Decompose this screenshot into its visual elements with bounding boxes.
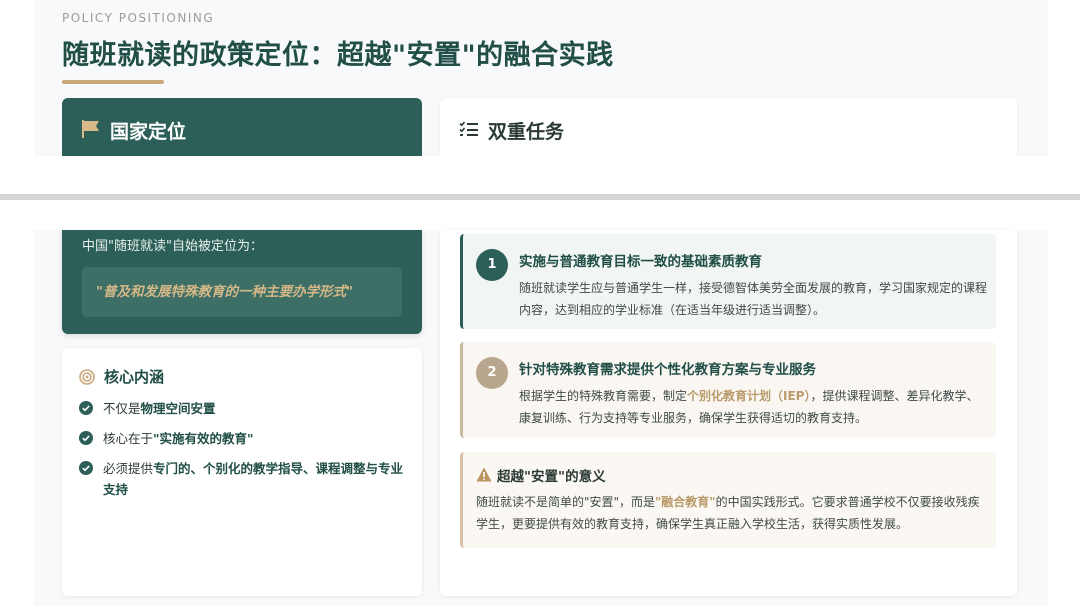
core-meaning-card: 核心内涵 不仅是物理空间安置 核心在于"实施有效的教育" 必须提供专门的、个别化…: [62, 348, 422, 596]
core-item: 必须提供专门的、个别化的教学指导、课程调整与专业支持: [79, 458, 409, 500]
task-desc-text: 根据学生的特殊教育需要，制定: [519, 389, 688, 403]
iep-highlight: 个别化教育计划（IEP）: [687, 389, 811, 403]
core-item-emphasis: 物理空间安置: [140, 401, 216, 416]
title-underline: [62, 80, 164, 84]
dual-task-card-header: 双重任务: [440, 98, 1017, 156]
task-number-badge: 1: [476, 249, 508, 281]
national-card-title: 国家定位: [110, 121, 187, 143]
fragment-divider: [0, 194, 1080, 200]
task-title: 针对特殊教育需求提供个性化教育方案与专业服务: [519, 362, 816, 378]
task-item-1: 1 实施与普通教育目标一致的基础素质教育 随班就读学生应与普通学生一样，接受德智…: [460, 234, 996, 329]
check-circle-icon: [79, 431, 93, 445]
task-description: 随班就读学生应与普通学生一样，接受德智体美劳全面发展的教育，学习国家规定的课程内…: [519, 281, 988, 317]
national-quote: "普及和发展特殊教育的一种主要办学形式": [82, 267, 402, 317]
core-meaning-title: 核心内涵: [104, 368, 165, 386]
task-number-badge: 2: [476, 357, 508, 389]
dual-task-card-body: 1 实施与普通教育目标一致的基础素质教育 随班就读学生应与普通学生一样，接受德智…: [440, 230, 1017, 596]
checklist-icon: [459, 121, 478, 136]
task-description: 根据学生的特殊教育需要，制定个别化教育计划（IEP），提供课程调整、差异化教学、…: [519, 385, 989, 429]
core-item: 核心在于"实施有效的教育": [79, 428, 409, 449]
beyond-placement-description: 随班就读不是简单的"安置"，而是"融合教育"的中国实践形式。它要求普通学校不仅要…: [476, 491, 988, 535]
national-card-header: 国家定位: [62, 98, 422, 156]
check-circle-icon: [79, 401, 93, 415]
core-item: 不仅是物理空间安置: [79, 398, 409, 419]
inclusive-education-highlight: "融合教育": [655, 495, 716, 509]
beyond-placement-note: 超越"安置"的意义 随班就读不是简单的"安置"，而是"融合教育"的中国实践形式。…: [460, 452, 996, 548]
core-item-text: 必须提供: [103, 461, 154, 476]
section-eyebrow: POLICY POSITIONING: [62, 11, 215, 25]
slide-top-fragment: POLICY POSITIONING 随班就读的政策定位：超越"安置"的融合实践…: [0, 0, 1080, 156]
core-item-text: 不仅是: [103, 401, 141, 416]
task-item-2: 2 针对特殊教育需求提供个性化教育方案与专业服务 根据学生的特殊教育需要，制定个…: [460, 342, 996, 438]
target-icon: [79, 369, 95, 385]
core-item-emphasis: "实施有效的教育": [153, 431, 254, 446]
national-card-body: 中国"随班就读"自始被定位为： "普及和发展特殊教育的一种主要办学形式": [62, 230, 422, 334]
flag-icon: [82, 120, 99, 138]
core-item-text: 核心在于: [103, 431, 154, 446]
task-title: 实施与普通教育目标一致的基础素质教育: [519, 254, 762, 270]
page-title: 随班就读的政策定位：超越"安置"的融合实践: [62, 40, 614, 71]
beyond-placement-title: 超越"安置"的意义: [497, 469, 606, 485]
warning-icon: [476, 467, 492, 482]
check-circle-icon: [79, 461, 93, 475]
dual-task-card-title: 双重任务: [488, 121, 565, 143]
national-intro: 中国"随班就读"自始被定位为：: [82, 239, 263, 254]
beyond-desc-text: 随班就读不是简单的"安置"，而是: [476, 495, 656, 509]
